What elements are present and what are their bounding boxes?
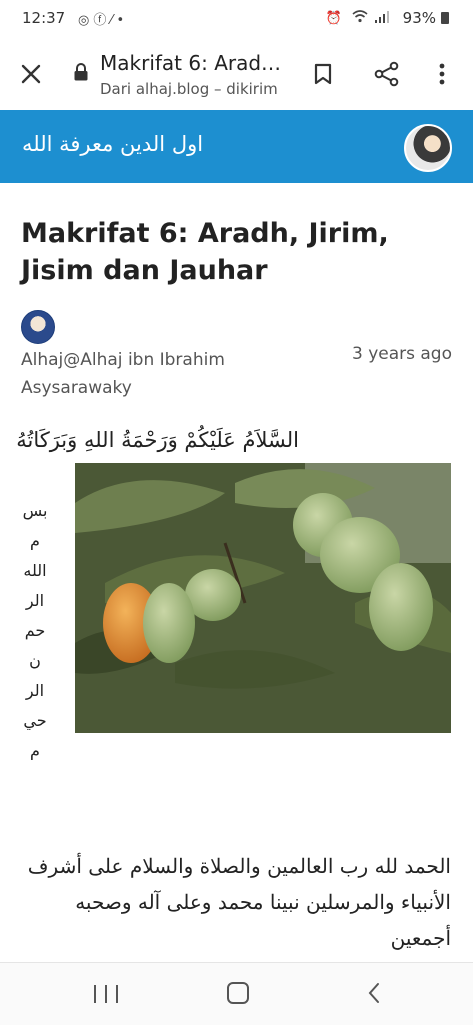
notification-icons: ◎ⓕ⁄• bbox=[78, 9, 128, 28]
signal-icon bbox=[375, 11, 389, 23]
site-header: اول الدين معرفة الله bbox=[0, 110, 473, 183]
mango-illustration bbox=[75, 463, 451, 733]
basmala-line: حي bbox=[23, 711, 47, 730]
basmala-column: بس م الله الر حم ن الر حي م bbox=[21, 496, 49, 766]
wifi-icon bbox=[352, 10, 368, 23]
whatsapp-icon: ◎ bbox=[78, 13, 94, 28]
dot-icon: • bbox=[116, 13, 129, 28]
battery-icon bbox=[441, 12, 449, 24]
browser-toolbar: Makrifat 6: Arad… Dari alhaj.blog – diki… bbox=[0, 36, 473, 110]
close-button[interactable] bbox=[14, 57, 48, 91]
basmala-line: الر bbox=[25, 591, 45, 610]
basmala-line: م bbox=[30, 741, 40, 760]
site-avatar[interactable] bbox=[404, 124, 452, 172]
lock-icon bbox=[74, 63, 88, 81]
bookmark-icon bbox=[314, 63, 332, 85]
more-vertical-icon bbox=[439, 63, 445, 85]
battery-percent: 93% bbox=[402, 9, 436, 27]
alarm-icon: ⏰ bbox=[325, 11, 345, 26]
page-origin: Dari alhaj.blog – dikirim bbox=[100, 80, 278, 98]
status-time: 12:37 bbox=[22, 9, 66, 27]
system-icons: ⏰ bbox=[326, 10, 389, 26]
basmala-line: ن bbox=[29, 651, 41, 670]
site-title[interactable]: اول الدين معرفة الله bbox=[22, 132, 203, 156]
basmala-line: بس bbox=[22, 501, 48, 520]
status-bar: 12:37 ◎ⓕ⁄• ⏰ 93% bbox=[0, 0, 473, 36]
back-icon[interactable] bbox=[364, 981, 386, 1005]
page-title: Makrifat 6: Arad… bbox=[100, 51, 282, 75]
more-options-button[interactable] bbox=[428, 57, 456, 91]
author-name[interactable]: Alhaj@Alhaj ibn Ibrahim Asysarawaky bbox=[21, 346, 251, 402]
share-icon bbox=[374, 61, 399, 87]
close-icon bbox=[21, 64, 41, 84]
bookmark-button[interactable] bbox=[307, 57, 339, 91]
article-body: الحمد لله رب العالمين والصلاة والسلام عل… bbox=[27, 854, 451, 950]
basmala-line: حم bbox=[24, 621, 46, 640]
basmala-line: م bbox=[30, 531, 40, 550]
post-title: Makrifat 6: Aradh, Jirim, Jisim dan Jauh… bbox=[21, 218, 389, 286]
salam-text: السَّلاَمُ عَلَيْكُمْ وَرَحْمَةُ اللهِ و… bbox=[16, 428, 299, 452]
share-button[interactable] bbox=[370, 57, 404, 91]
battery-indicator: 93% bbox=[403, 9, 449, 27]
author-avatar[interactable] bbox=[21, 310, 55, 344]
mango-tree-photo[interactable] bbox=[75, 463, 451, 733]
basmala-line: الر bbox=[25, 681, 45, 700]
system-nav-bar bbox=[0, 962, 473, 1025]
facebook-icon: ⓕ bbox=[93, 13, 111, 28]
home-icon[interactable] bbox=[227, 982, 249, 1004]
post-date: 3 years ago bbox=[351, 344, 452, 364]
basmala-line: الله bbox=[23, 561, 47, 580]
recent-apps-icon[interactable] bbox=[94, 983, 118, 1005]
salam-greeting: السَّلاَمُ عَلَيْكُمْ وَرَحْمَةُ اللهِ و… bbox=[16, 428, 299, 452]
